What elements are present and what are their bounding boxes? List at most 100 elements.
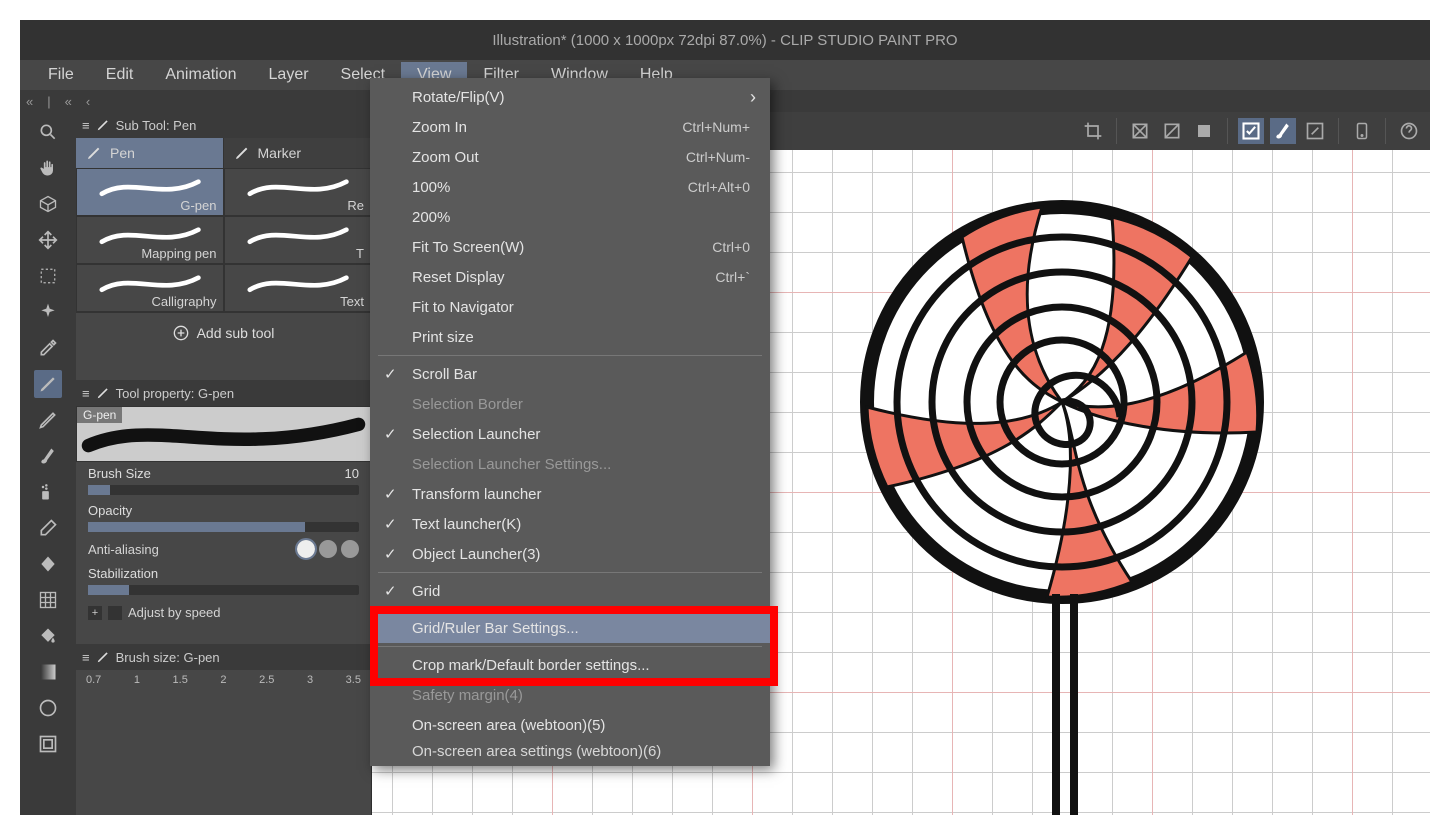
menu-lines-icon[interactable]: ≡	[82, 118, 90, 133]
menu-item-grid[interactable]: ✓Grid	[370, 576, 770, 606]
menu-item-selection-border: Selection Border	[370, 389, 770, 419]
menu-item-selection-launcher-settings: Selection Launcher Settings...	[370, 449, 770, 479]
menu-item-zoom-in[interactable]: Zoom InCtrl+Num+	[370, 112, 770, 142]
chevron-left-small-icon[interactable]: ‹	[86, 94, 90, 109]
filled-square-icon[interactable]	[1191, 118, 1217, 144]
menu-item-grid-ruler-bar-settings[interactable]: Grid/Ruler Bar Settings...	[370, 613, 770, 643]
brush-g-pen[interactable]: G-pen	[76, 168, 224, 216]
menu-edit[interactable]: Edit	[90, 62, 150, 88]
aa-option-2[interactable]	[319, 540, 337, 558]
edit-square-icon[interactable]	[1302, 118, 1328, 144]
diag-square-icon[interactable]	[1159, 118, 1185, 144]
brush-t[interactable]: T	[224, 216, 372, 264]
aa-option-1[interactable]	[297, 540, 315, 558]
menu-item-reset-display[interactable]: Reset DisplayCtrl+`	[370, 262, 770, 292]
stabilization-slider[interactable]	[88, 585, 359, 595]
ruler-tick: 3.5	[346, 674, 361, 686]
menu-item-200[interactable]: 200%	[370, 202, 770, 232]
pen-tool-icon[interactable]	[34, 370, 62, 398]
aa-option-3[interactable]	[341, 540, 359, 558]
brush-icon[interactable]	[34, 442, 62, 470]
menu-item-on-screen-area-settings-webtoon-6[interactable]: On-screen area settings (webtoon)(6)	[370, 740, 770, 762]
menu-item-print-size[interactable]: Print size	[370, 322, 770, 352]
brush-size-ruler[interactable]: 0.711.522.533.5	[76, 670, 371, 686]
crop-icon[interactable]	[1080, 118, 1106, 144]
cross-square-icon[interactable]	[1127, 118, 1153, 144]
antialias-label: Anti-aliasing	[88, 542, 159, 557]
check-square-icon[interactable]	[1238, 118, 1264, 144]
tool-property-header: ≡ Tool property: G-pen	[76, 380, 371, 406]
brush-calligraphy[interactable]: Calligraphy	[76, 264, 224, 312]
menu-item-scroll-bar[interactable]: ✓Scroll Bar	[370, 359, 770, 389]
menu-item-crop-mark-default-border-settings[interactable]: Crop mark/Default border settings...	[370, 650, 770, 680]
spray-icon[interactable]	[34, 478, 62, 506]
menu-separator	[378, 609, 762, 610]
menu-separator	[378, 646, 762, 647]
canvas-toolbar	[752, 112, 1430, 150]
frame-icon[interactable]	[34, 730, 62, 758]
opacity-label: Opacity	[76, 499, 371, 520]
menu-item-transform-launcher[interactable]: ✓Transform launcher	[370, 479, 770, 509]
tab-pen[interactable]: Pen	[76, 138, 224, 168]
expand-icon[interactable]: +	[88, 606, 102, 620]
marquee-icon[interactable]	[34, 262, 62, 290]
menu-lines-icon[interactable]: ≡	[82, 386, 90, 401]
menu-item-object-launcher-3[interactable]: ✓Object Launcher(3)	[370, 539, 770, 569]
menu-separator	[378, 572, 762, 573]
brush-size-slider[interactable]	[88, 485, 359, 495]
separator	[1227, 118, 1228, 144]
stabilization-label: Stabilization	[76, 562, 371, 583]
menu-item-fit-to-navigator[interactable]: Fit to Navigator	[370, 292, 770, 322]
brush-check-icon[interactable]	[1270, 118, 1296, 144]
menu-lines-icon[interactable]: ≡	[82, 650, 90, 665]
menu-file[interactable]: File	[32, 62, 90, 88]
device-icon[interactable]	[1349, 118, 1375, 144]
menu-animation[interactable]: Animation	[149, 62, 252, 88]
antialias-row: Anti-aliasing	[76, 536, 371, 562]
chevron-left-icon[interactable]: «	[65, 94, 72, 109]
tab-marker[interactable]: Marker	[224, 138, 372, 168]
help-icon[interactable]	[1396, 118, 1422, 144]
eyedropper-icon[interactable]	[34, 334, 62, 362]
menu-item-100[interactable]: 100%Ctrl+Alt+0	[370, 172, 770, 202]
menu-item-zoom-out[interactable]: Zoom OutCtrl+Num-	[370, 142, 770, 172]
checkbox-icon[interactable]	[108, 606, 122, 620]
antialias-options[interactable]	[297, 540, 359, 558]
add-subtool-button[interactable]: Add sub tool	[76, 312, 371, 352]
menu-layer[interactable]: Layer	[253, 62, 325, 88]
mesh-icon[interactable]	[34, 586, 62, 614]
menu-item-selection-launcher[interactable]: ✓Selection Launcher	[370, 419, 770, 449]
brush-re[interactable]: Re	[224, 168, 372, 216]
sparkle-icon[interactable]	[34, 298, 62, 326]
hand-icon[interactable]	[34, 154, 62, 182]
brush-size-panel: ≡ Brush size: G-pen 0.711.522.533.5	[76, 644, 371, 686]
menu-item-on-screen-area-webtoon-5[interactable]: On-screen area (webtoon)(5)	[370, 710, 770, 740]
magnifier-icon[interactable]	[34, 118, 62, 146]
bucket-icon[interactable]	[34, 622, 62, 650]
move-icon[interactable]	[34, 226, 62, 254]
brush-size-row: Brush Size 10	[76, 462, 371, 483]
ruler-tick: 3	[307, 674, 313, 686]
view-dropdown-menu[interactable]: Rotate/Flip(V)Zoom InCtrl+Num+Zoom OutCt…	[370, 78, 770, 766]
add-subtool-label: Add sub tool	[197, 325, 275, 341]
gradient-square-icon[interactable]	[34, 658, 62, 686]
chevron-left-icon[interactable]: «	[26, 94, 33, 109]
tool-column	[20, 112, 76, 815]
cube-cursor-icon[interactable]	[34, 190, 62, 218]
menu-item-text-launcher-k[interactable]: ✓Text launcher(K)	[370, 509, 770, 539]
menu-item-rotate-flip-v[interactable]: Rotate/Flip(V)	[370, 82, 770, 112]
menu-item-fit-to-screen-w[interactable]: Fit To Screen(W)Ctrl+0	[370, 232, 770, 262]
eraser-icon[interactable]	[34, 514, 62, 542]
brush-text[interactable]: Text	[224, 264, 372, 312]
adjust-by-speed-row[interactable]: + Adjust by speed	[76, 599, 371, 626]
subtool-tabs: PenMarker	[76, 138, 371, 168]
pencil-icon[interactable]	[34, 406, 62, 434]
brush-size-label: Brush Size	[88, 466, 151, 481]
brush-mapping-pen[interactable]: Mapping pen	[76, 216, 224, 264]
opacity-slider[interactable]	[88, 522, 359, 532]
divider-icon: |	[47, 94, 50, 109]
blend-diamond-icon[interactable]	[34, 550, 62, 578]
preview-tag: G-pen	[77, 407, 122, 423]
circle-icon[interactable]	[34, 694, 62, 722]
separator	[1385, 118, 1386, 144]
